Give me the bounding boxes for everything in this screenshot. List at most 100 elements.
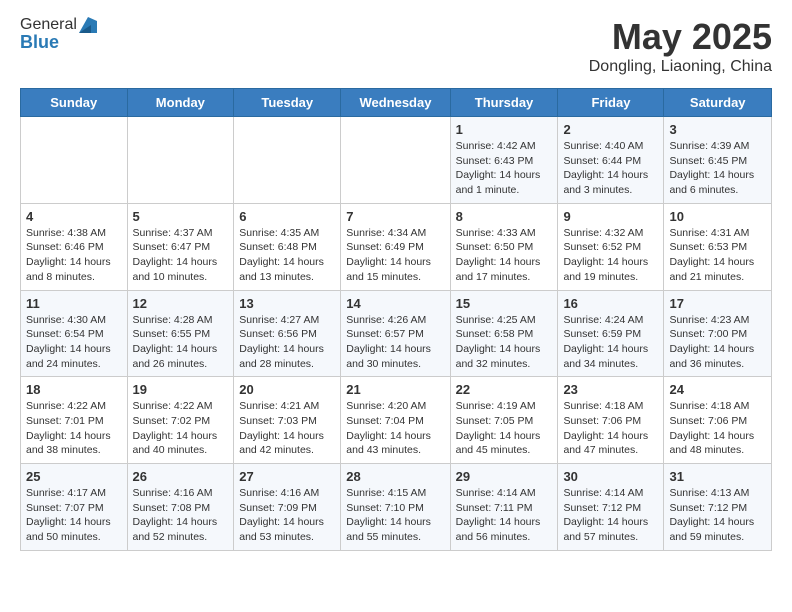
header-monday: Monday	[127, 89, 234, 117]
day-info: Sunrise: 4:16 AMSunset: 7:09 PMDaylight:…	[239, 487, 324, 543]
table-row: 3Sunrise: 4:39 AMSunset: 6:45 PMDaylight…	[664, 117, 772, 204]
day-number: 21	[346, 382, 444, 397]
table-row: 11 Sunrise: 4:30 AMSunset: 6:54 PMDayligh…	[21, 290, 128, 377]
table-row: 8Sunrise: 4:33 AMSunset: 6:50 PMDaylight…	[450, 203, 558, 290]
day-info: Sunrise: 4:31 AMSunset: 6:53 PMDaylight:…	[669, 227, 754, 283]
day-number: 15	[456, 296, 553, 311]
table-row: 15 Sunrise: 4:25 AMSunset: 6:58 PMDayligh…	[450, 290, 558, 377]
day-number: 4	[26, 209, 122, 224]
day-info: Sunrise: 4:35 AMSunset: 6:48 PMDaylight:…	[239, 227, 324, 283]
day-info: Sunrise: 4:27 AMSunset: 6:56 PMDaylight:…	[239, 314, 324, 370]
week-row-5: 25 Sunrise: 4:17 AMSunset: 7:07 PMDayligh…	[21, 464, 772, 551]
day-info: Sunrise: 4:17 AMSunset: 7:07 PMDaylight:…	[26, 487, 111, 543]
day-info: Sunrise: 4:18 AMSunset: 7:06 PMDaylight:…	[669, 400, 754, 456]
day-number: 29	[456, 469, 553, 484]
calendar: Sunday Monday Tuesday Wednesday Thursday…	[20, 88, 772, 551]
day-info: Sunrise: 4:15 AMSunset: 7:10 PMDaylight:…	[346, 487, 431, 543]
table-row: 23 Sunrise: 4:18 AMSunset: 7:06 PMDayligh…	[558, 377, 664, 464]
calendar-header: Sunday Monday Tuesday Wednesday Thursday…	[21, 89, 772, 117]
day-number: 5	[133, 209, 229, 224]
table-row: 29 Sunrise: 4:14 AMSunset: 7:11 PMDayligh…	[450, 464, 558, 551]
header-sunday: Sunday	[21, 89, 128, 117]
table-row: 20 Sunrise: 4:21 AMSunset: 7:03 PMDayligh…	[234, 377, 341, 464]
table-row	[234, 117, 341, 204]
table-row	[127, 117, 234, 204]
day-number: 9	[563, 209, 658, 224]
header: General Blue May 2025 Dongling, Liaoning…	[20, 16, 772, 76]
table-row	[341, 117, 450, 204]
logo: General Blue	[20, 16, 97, 53]
table-row: 18 Sunrise: 4:22 AMSunset: 7:01 PMDayligh…	[21, 377, 128, 464]
table-row: 25 Sunrise: 4:17 AMSunset: 7:07 PMDayligh…	[21, 464, 128, 551]
day-info: Sunrise: 4:20 AMSunset: 7:04 PMDaylight:…	[346, 400, 431, 456]
day-number: 25	[26, 469, 122, 484]
week-row-1: 1Sunrise: 4:42 AMSunset: 6:43 PMDaylight…	[21, 117, 772, 204]
header-tuesday: Tuesday	[234, 89, 341, 117]
day-number: 13	[239, 296, 335, 311]
table-row: 12Sunrise: 4:28 AMSunset: 6:55 PMDayligh…	[127, 290, 234, 377]
table-row: 14Sunrise: 4:26 AMSunset: 6:57 PMDayligh…	[341, 290, 450, 377]
day-number: 30	[563, 469, 658, 484]
header-thursday: Thursday	[450, 89, 558, 117]
header-wednesday: Wednesday	[341, 89, 450, 117]
day-info: Sunrise: 4:30 AMSunset: 6:54 PMDaylight:…	[26, 314, 111, 370]
day-info: Sunrise: 4:22 AMSunset: 7:02 PMDaylight:…	[133, 400, 218, 456]
day-number: 22	[456, 382, 553, 397]
day-number: 18	[26, 382, 122, 397]
days-header-row: Sunday Monday Tuesday Wednesday Thursday…	[21, 89, 772, 117]
week-row-2: 4 Sunrise: 4:38 AMSunset: 6:46 PMDaylight…	[21, 203, 772, 290]
day-info: Sunrise: 4:37 AMSunset: 6:47 PMDaylight:…	[133, 227, 218, 283]
day-info: Sunrise: 4:22 AMSunset: 7:01 PMDaylight:…	[26, 400, 111, 456]
day-info: Sunrise: 4:25 AMSunset: 6:58 PMDaylight:…	[456, 314, 541, 370]
day-number: 31	[669, 469, 766, 484]
day-number: 20	[239, 382, 335, 397]
day-number: 23	[563, 382, 658, 397]
day-number: 24	[669, 382, 766, 397]
table-row: 4 Sunrise: 4:38 AMSunset: 6:46 PMDaylight…	[21, 203, 128, 290]
table-row: 1Sunrise: 4:42 AMSunset: 6:43 PMDaylight…	[450, 117, 558, 204]
day-number: 2	[563, 122, 658, 137]
table-row: 24 Sunrise: 4:18 AMSunset: 7:06 PMDayligh…	[664, 377, 772, 464]
day-number: 16	[563, 296, 658, 311]
table-row: 2Sunrise: 4:40 AMSunset: 6:44 PMDaylight…	[558, 117, 664, 204]
table-row: 26Sunrise: 4:16 AMSunset: 7:08 PMDayligh…	[127, 464, 234, 551]
table-row: 10 Sunrise: 4:31 AMSunset: 6:53 PMDayligh…	[664, 203, 772, 290]
table-row: 21 Sunrise: 4:20 AMSunset: 7:04 PMDayligh…	[341, 377, 450, 464]
title-block: May 2025 Dongling, Liaoning, China	[589, 16, 772, 76]
table-row	[21, 117, 128, 204]
table-row: 19 Sunrise: 4:22 AMSunset: 7:02 PMDayligh…	[127, 377, 234, 464]
day-number: 17	[669, 296, 766, 311]
day-info: Sunrise: 4:21 AMSunset: 7:03 PMDaylight:…	[239, 400, 324, 456]
day-info: Sunrise: 4:34 AMSunset: 6:49 PMDaylight:…	[346, 227, 431, 283]
day-info: Sunrise: 4:39 AMSunset: 6:45 PMDaylight:…	[669, 140, 754, 196]
day-number: 28	[346, 469, 444, 484]
day-number: 11	[26, 296, 122, 311]
day-number: 10	[669, 209, 766, 224]
logo-icon	[79, 17, 97, 33]
day-number: 6	[239, 209, 335, 224]
logo-blue-text: Blue	[20, 32, 97, 53]
day-info: Sunrise: 4:18 AMSunset: 7:06 PMDaylight:…	[563, 400, 648, 456]
day-info: Sunrise: 4:14 AMSunset: 7:12 PMDaylight:…	[563, 487, 648, 543]
day-info: Sunrise: 4:28 AMSunset: 6:55 PMDaylight:…	[133, 314, 218, 370]
day-info: Sunrise: 4:32 AMSunset: 6:52 PMDaylight:…	[563, 227, 648, 283]
table-row: 9 Sunrise: 4:32 AMSunset: 6:52 PMDaylight…	[558, 203, 664, 290]
table-row: 22Sunrise: 4:19 AMSunset: 7:05 PMDayligh…	[450, 377, 558, 464]
table-row: 7 Sunrise: 4:34 AMSunset: 6:49 PMDaylight…	[341, 203, 450, 290]
day-info: Sunrise: 4:13 AMSunset: 7:12 PMDaylight:…	[669, 487, 754, 543]
day-number: 1	[456, 122, 553, 137]
table-row: 31 Sunrise: 4:13 AMSunset: 7:12 PMDayligh…	[664, 464, 772, 551]
day-number: 19	[133, 382, 229, 397]
table-row: 13 Sunrise: 4:27 AMSunset: 6:56 PMDayligh…	[234, 290, 341, 377]
week-row-3: 11 Sunrise: 4:30 AMSunset: 6:54 PMDayligh…	[21, 290, 772, 377]
page: General Blue May 2025 Dongling, Liaoning…	[0, 0, 792, 567]
header-saturday: Saturday	[664, 89, 772, 117]
day-number: 26	[133, 469, 229, 484]
table-row: 17Sunrise: 4:23 AMSunset: 7:00 PMDayligh…	[664, 290, 772, 377]
table-row: 27Sunrise: 4:16 AMSunset: 7:09 PMDayligh…	[234, 464, 341, 551]
day-info: Sunrise: 4:14 AMSunset: 7:11 PMDaylight:…	[456, 487, 541, 543]
table-row: 16Sunrise: 4:24 AMSunset: 6:59 PMDayligh…	[558, 290, 664, 377]
day-number: 7	[346, 209, 444, 224]
day-info: Sunrise: 4:38 AMSunset: 6:46 PMDaylight:…	[26, 227, 111, 283]
day-info: Sunrise: 4:33 AMSunset: 6:50 PMDaylight:…	[456, 227, 541, 283]
